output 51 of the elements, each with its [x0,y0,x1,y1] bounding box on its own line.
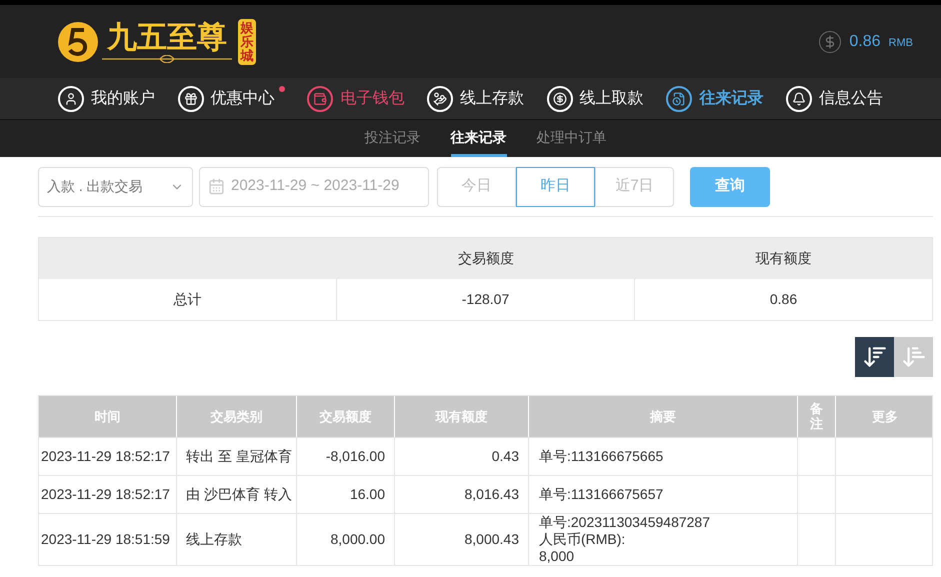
range-button[interactable]: 昨日 [516,166,595,206]
gift-icon [178,86,204,112]
coin-icon [546,86,573,112]
sub-tab[interactable]: 投注记录 [364,120,420,157]
bell-icon [786,86,812,112]
logo-text: 九五至尊 [107,20,227,54]
table-cell-text: 8,000 [539,548,576,565]
nav-tab[interactable]: 我的账户 [58,86,155,112]
table-cell-text: 8,000.00 [330,530,385,549]
logo-badge: 娱乐城 [238,18,256,64]
nav-tab[interactable]: 电子钱包 [307,86,404,112]
table-cell-text: 线上存款 [186,530,242,549]
summary-cell-text: 总计 [174,290,202,309]
balance-text: 0.86 [849,32,881,52]
summary-cell-text: 0.86 [770,290,798,309]
summary-header: 交易额度 [458,249,514,268]
summary-cell-text: -128.07 [462,290,510,309]
clock-document-icon [666,86,692,112]
table-cell-text: 0.43 [492,447,519,466]
type-select[interactable]: 入款 . 出款交易 [38,166,193,206]
date-range-field[interactable]: 2023-11-29 ~ 2023-11-29 [199,166,429,206]
sub-tab[interactable]: 处理中订单 [536,120,606,157]
table-cell-text: 人民币(RMB): [539,531,626,548]
table-cell-text: 16.00 [350,485,385,504]
calendar-icon [208,178,225,195]
table-cell-text: 2023-11-29 18:52:17 [41,485,170,504]
currency-text: RMB [888,36,913,51]
table-cell-text: 8,016.43 [464,485,519,504]
table-cell-text: 2023-11-29 18:51:59 [41,530,170,549]
table-cell-text: 单号:202311303459487287 [539,514,712,531]
hand-coins-icon [426,86,453,112]
sub-tab[interactable]: 往来记录 [450,120,506,157]
wallet-icon [307,86,334,112]
table-cell-text: 单号:113166675657 [539,486,664,503]
table-cell-text: 由 沙巴体育 转入 [186,485,292,504]
sort-button[interactable] [855,337,894,377]
table-cell-text: 单号:113166675665 [539,448,664,465]
summary-header: 现有额度 [755,249,812,268]
ornament-icon [102,54,232,62]
table-cell-text: -8,016.00 [326,447,385,466]
nav-tab[interactable]: 信息公告 [786,86,883,112]
nav-tab[interactable]: 线上存款 [426,86,524,112]
dollar-icon [819,30,842,52]
nav-tab[interactable]: 线上取款 [546,86,644,112]
nav-tab[interactable]: 往来记录 [666,86,764,112]
table-cell-text: 8,000.43 [464,530,519,549]
logo-icon [56,20,100,64]
nav-tab[interactable]: 优惠中心 [178,86,285,112]
user-icon [58,86,84,112]
table-cell-text: 转出 至 皇冠体育 [186,447,292,466]
table-cell-text: 2023-11-29 18:52:17 [41,447,170,466]
